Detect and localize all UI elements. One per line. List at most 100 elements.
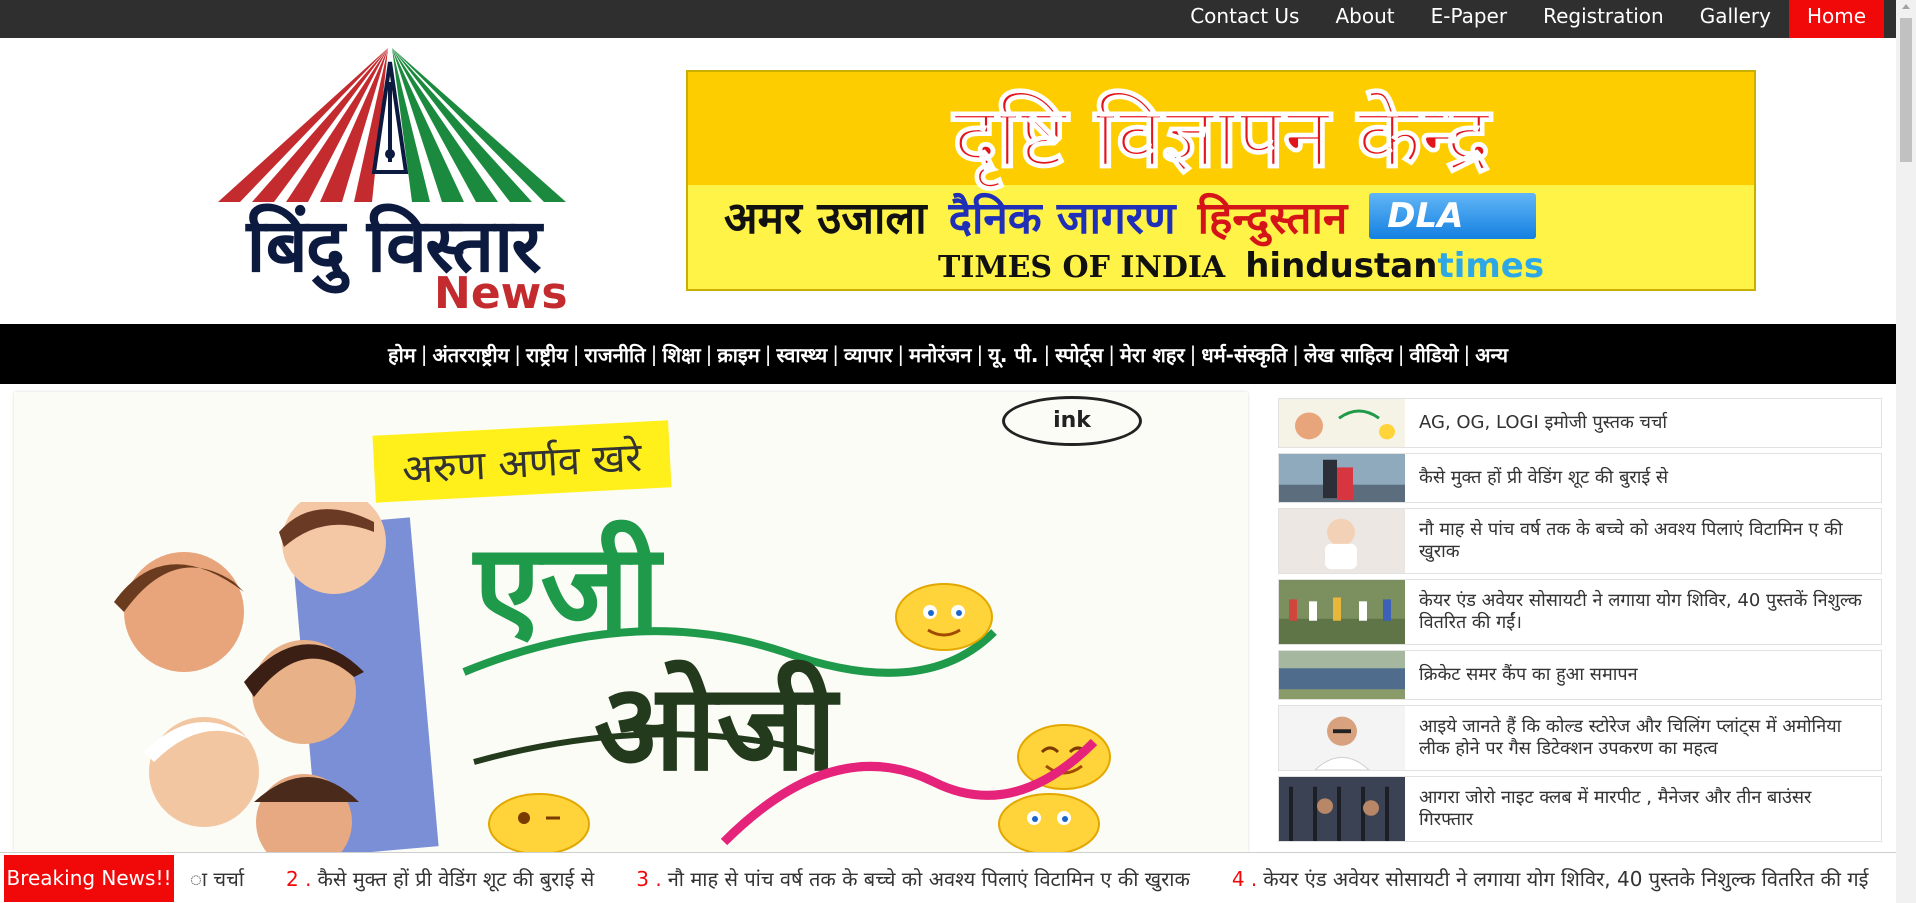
- category-nav: होम | अंतरराष्ट्रीय | राष्ट्रीय | राजनीति | शिक्…: [0, 324, 1896, 384]
- category-nav-item[interactable]: अन्य: [1475, 341, 1508, 368]
- nav-registration[interactable]: Registration: [1525, 0, 1682, 38]
- ad-paper-ht-b: times: [1437, 246, 1545, 286]
- category-nav-separator: |: [1463, 342, 1471, 366]
- category-nav-item[interactable]: व्यापार: [844, 341, 892, 368]
- category-nav-separator: |: [1292, 342, 1299, 366]
- category-nav-separator: |: [764, 342, 772, 366]
- ticker-item-text: कैसे मुक्त हों प्री वेडिंग शूट की बुराई …: [317, 867, 595, 891]
- ad-paper-hindustan: हिन्दुस्तान: [1197, 193, 1348, 244]
- category-nav-item[interactable]: स्पोर्ट्स: [1055, 341, 1103, 368]
- ad-paper-ht: hindustantimes: [1245, 246, 1544, 286]
- category-nav-separator: |: [420, 342, 428, 366]
- category-nav-item[interactable]: वीडियो: [1410, 341, 1459, 368]
- category-nav-separator: |: [1189, 342, 1197, 366]
- category-nav-item[interactable]: राजनीति: [585, 341, 646, 368]
- ticker-item-number: 2 .: [286, 867, 312, 891]
- news-thumbnail: [1279, 509, 1405, 573]
- ticker-item-text: नौ माह से पांच वर्ष तक के बच्चे को अवश्य…: [667, 867, 1190, 891]
- news-item[interactable]: AG, OG, LOGI इमोजी पुस्तक चर्चा: [1278, 398, 1882, 448]
- news-title: क्रिकेट समर कैंप का हुआ समापन: [1419, 664, 1638, 685]
- news-title: AG, OG, LOGI इमोजी पुस्तक चर्चा: [1419, 412, 1668, 433]
- category-nav-item[interactable]: मेरा शहर: [1120, 341, 1185, 368]
- ticker-item-number: 4 .: [1231, 867, 1258, 891]
- site-logo[interactable]: बिंदु विस्तार News: [178, 42, 608, 320]
- breaking-news-ticker: ा चर्चा 2 . कैसे मुक्त हों प्री वेडिंग शू…: [190, 853, 1896, 903]
- ticker-item[interactable]: 3 . नौ माह से पांच वर्ष तक के बच्चे को अव…: [636, 865, 1190, 892]
- category-nav-separator: |: [897, 342, 905, 366]
- news-title: कैसे मुक्त हों प्री वेडिंग शूट की बुराई …: [1419, 467, 1669, 488]
- news-item[interactable]: आइये जानते हैं कि कोल्ड स्टोरेज और चिलिं…: [1278, 705, 1882, 771]
- category-nav-separator: |: [1108, 342, 1115, 366]
- category-nav-item[interactable]: लेख साहित्य: [1304, 341, 1393, 368]
- category-nav-separator: |: [1043, 342, 1051, 366]
- category-nav-item[interactable]: होम: [388, 341, 416, 368]
- news-title: आइये जानते हैं कि कोल्ड स्टोरेज और चिलिं…: [1419, 716, 1842, 759]
- ad-paper-dla: DLA: [1369, 193, 1536, 239]
- hero-pink-swirl: [720, 738, 1098, 846]
- news-thumbnail: [1279, 580, 1405, 644]
- page: Contact Us About E-Paper Registration Ga…: [0, 0, 1916, 903]
- top-bar: Contact Us About E-Paper Registration Ga…: [0, 0, 1896, 38]
- cartoon-family-illustration: [114, 502, 439, 852]
- category-nav-item[interactable]: क्राइम: [717, 341, 759, 368]
- logo-emblem: [218, 48, 566, 202]
- breaking-news-bar: Breaking News!! ा चर्चा 2 . कैसे मुक्त हो…: [0, 852, 1896, 903]
- category-nav-item[interactable]: राष्ट्रीय: [526, 341, 568, 368]
- news-thumbnail: [1279, 454, 1405, 502]
- ad-paper-amar-ujala: अमर उजाला: [724, 193, 927, 244]
- ticker-item[interactable]: 2 . कैसे मुक्त हों प्री वेडिंग शूट की बुर…: [286, 865, 594, 892]
- news-thumbnail: [1279, 651, 1405, 699]
- ad-title: दृष्टि विज्ञापन केन्द्र: [952, 87, 1491, 187]
- news-item[interactable]: क्रिकेट समर कैंप का हुआ समापन: [1278, 650, 1882, 700]
- emoji-icon: [895, 583, 993, 651]
- ad-paper-dainik-jagran: दैनिक जागरण: [948, 193, 1176, 244]
- nav-about[interactable]: About: [1317, 0, 1412, 38]
- news-thumbnail: [1279, 777, 1405, 841]
- category-nav-item[interactable]: मनोरंजन: [909, 341, 971, 368]
- news-title: नौ माह से पांच वर्ष तक के बच्चे को अवश्य…: [1419, 519, 1843, 562]
- category-nav-item[interactable]: धर्म-संस्कृति: [1201, 341, 1287, 368]
- category-nav-list: होम | अंतरराष्ट्रीय | राष्ट्रीय | राजनीति | शिक्…: [388, 324, 1508, 384]
- category-nav-separator: |: [514, 342, 521, 366]
- nav-gallery[interactable]: Gallery: [1682, 0, 1789, 38]
- news-title: केयर एंड अवेयर सोसायटी ने लगाया योग शिवि…: [1419, 590, 1862, 633]
- news-item[interactable]: आगरा जोरो नाइट क्लब में मारपीट , मैनेजर …: [1278, 776, 1882, 842]
- scroll-up-arrow-icon[interactable]: [1902, 4, 1910, 9]
- nav-home[interactable]: Home: [1788, 0, 1884, 38]
- ticker-item-number: 3 .: [636, 867, 662, 891]
- news-thumbnail: [1279, 399, 1405, 447]
- scrollbar-thumb[interactable]: [1900, 18, 1912, 162]
- category-nav-item[interactable]: अंतरराष्ट्रीय: [433, 341, 510, 368]
- news-item[interactable]: नौ माह से पांच वर्ष तक के बच्चे को अवश्य…: [1278, 508, 1882, 574]
- page-scrollbar[interactable]: [1896, 0, 1916, 903]
- nav-e-paper[interactable]: E-Paper: [1413, 0, 1526, 38]
- category-nav-item[interactable]: स्वास्थ्य: [776, 341, 827, 368]
- category-nav-separator: |: [976, 342, 984, 366]
- news-thumbnail: [1279, 706, 1405, 770]
- category-nav-separator: |: [832, 342, 839, 366]
- category-nav-separator: |: [650, 342, 658, 366]
- news-item[interactable]: कैसे मुक्त हों प्री वेडिंग शूट की बुराई …: [1278, 453, 1882, 503]
- breaking-news-label: Breaking News!!: [4, 855, 174, 902]
- news-item[interactable]: केयर एंड अवेयर सोसायटी ने लगाया योग शिवि…: [1278, 579, 1882, 645]
- ad-papers-row: अमर उजाला दैनिक जागरण हिन्दुस्तान DLA: [724, 186, 1536, 246]
- news-title: आगरा जोरो नाइट क्लब में मारपीट , मैनेजर …: [1419, 787, 1812, 830]
- featured-image[interactable]: अरुण अर्णव खरे ink एजी ओजी: [14, 392, 1248, 852]
- top-nav: Contact Us About E-Paper Registration Ga…: [1172, 0, 1884, 38]
- category-nav-separator: |: [705, 342, 713, 366]
- ticker-item-text: केयर एंड अवेयर सोसायटी ने लगाया योग शिवि…: [1263, 867, 1869, 891]
- ad-paper-toi: TIMES OF INDIA: [938, 250, 1226, 285]
- category-nav-separator: |: [572, 342, 580, 366]
- ad-paper-ht-a: hindustan: [1245, 246, 1438, 286]
- ad-banner[interactable]: दृष्टि विज्ञापन केन्द्र अमर उजाला दैनिक …: [686, 70, 1756, 291]
- ink-badge: ink: [1002, 396, 1142, 446]
- latest-news-list: AG, OG, LOGI इमोजी पुस्तक चर्चा कैसे मुक…: [1278, 398, 1882, 847]
- ticker-item[interactable]: 4 . केयर एंड अवेयर सोसायटी ने लगाया योग श…: [1232, 865, 1869, 892]
- category-nav-item[interactable]: शिक्षा: [662, 341, 700, 368]
- logo-subtitle: News: [434, 268, 568, 319]
- category-nav-item[interactable]: यू. पी.: [988, 341, 1038, 368]
- emoji-wink-icon: [488, 793, 590, 852]
- ad-papers-row-2: TIMES OF INDIA hindustantimes: [938, 246, 1544, 286]
- nav-contact-us[interactable]: Contact Us: [1172, 0, 1317, 38]
- category-nav-separator: |: [1397, 342, 1405, 366]
